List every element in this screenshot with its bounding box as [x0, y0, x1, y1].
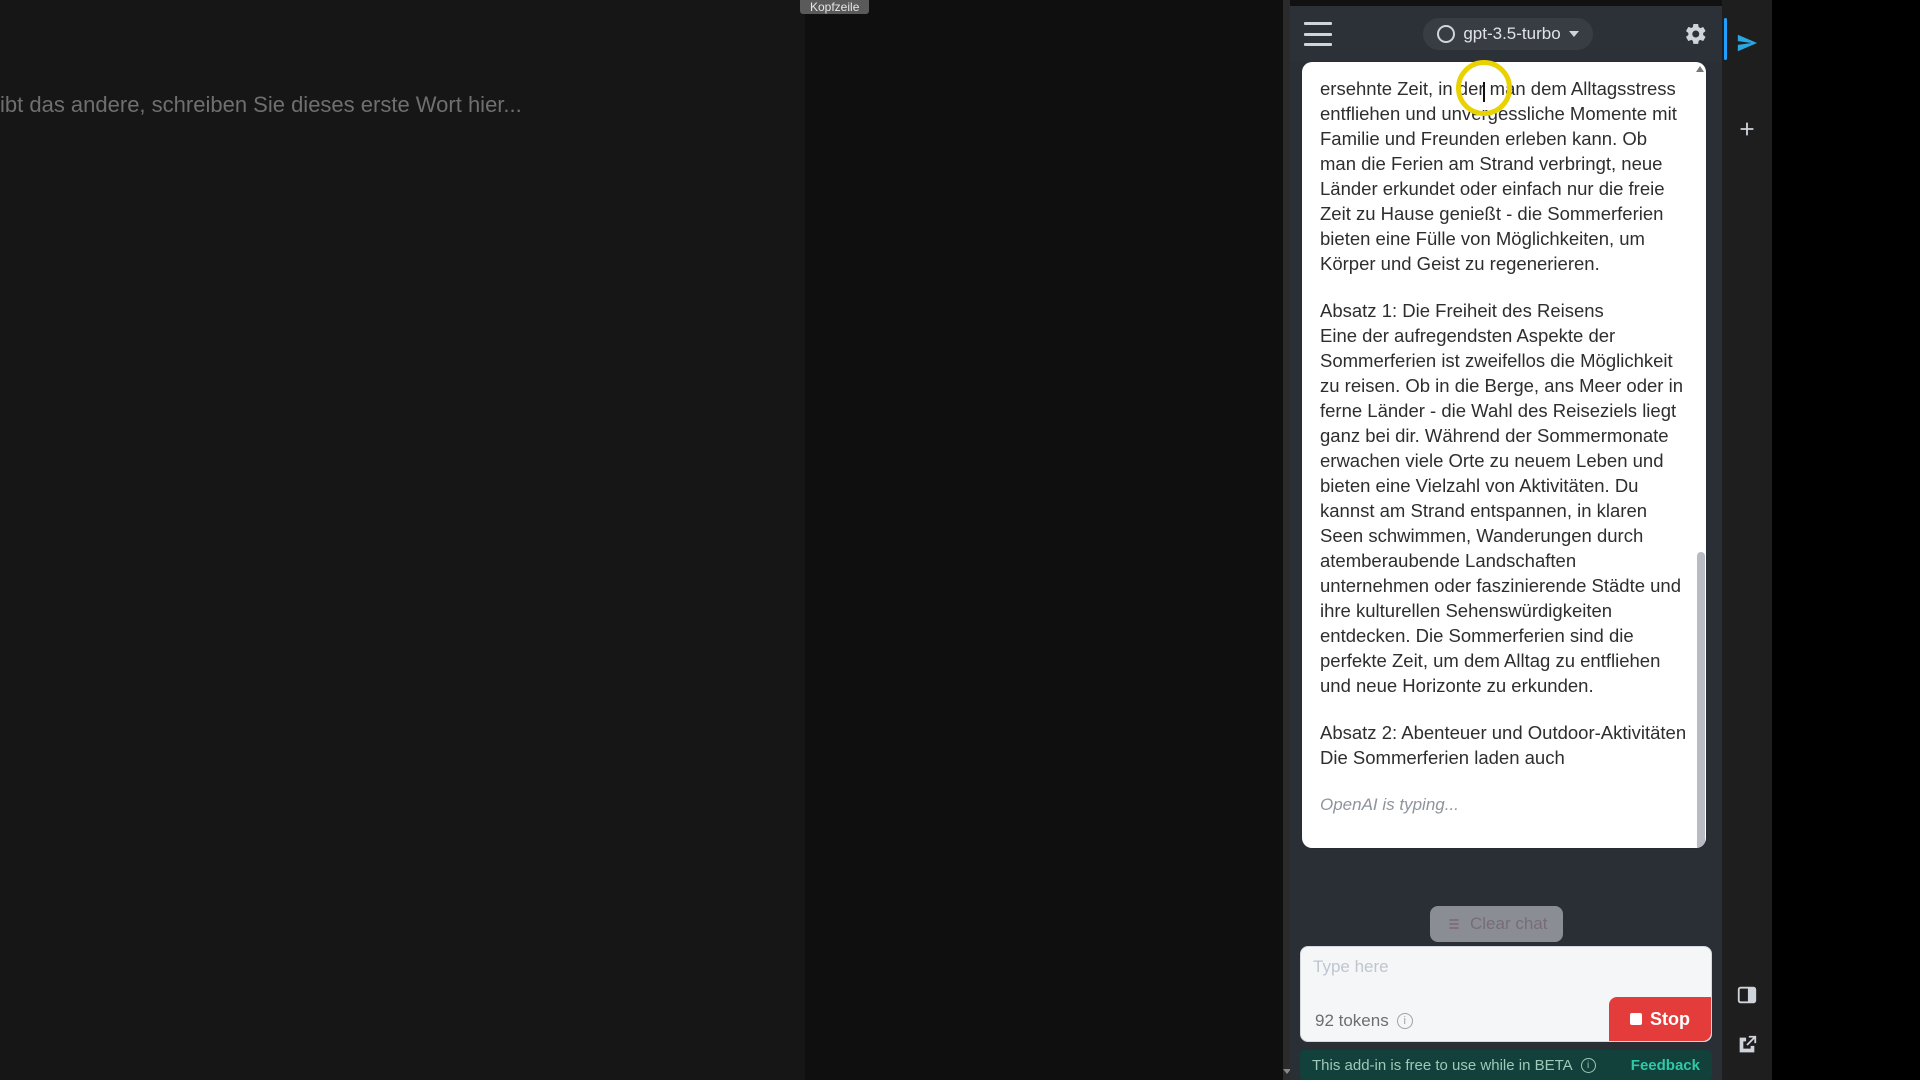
plus-icon: [1736, 118, 1758, 140]
assistant-paragraph: ersehnte Zeit, in der man dem Alltagsstr…: [1320, 76, 1688, 276]
token-counter: 92 tokens i: [1315, 1011, 1413, 1031]
info-icon[interactable]: i: [1581, 1058, 1596, 1073]
beta-text: This add-in is free to use while in BETA: [1312, 1057, 1573, 1074]
scroll-up-icon[interactable]: [1696, 66, 1704, 72]
chat-scrollbar[interactable]: [1696, 62, 1706, 848]
feedback-link[interactable]: Feedback: [1631, 1057, 1700, 1074]
paper-plane-icon: [1736, 32, 1758, 54]
rail-send-button[interactable]: [1722, 18, 1772, 68]
assistant-paragraph: Die Sommerferien laden auch: [1320, 745, 1688, 770]
panel-icon: [1736, 984, 1758, 1006]
stop-label: Stop: [1650, 1009, 1690, 1030]
menu-icon[interactable]: [1304, 22, 1332, 46]
chat-message-card: ersehnte Zeit, in der man dem Alltagsstr…: [1302, 62, 1706, 848]
document-page[interactable]: [0, 0, 805, 1080]
rail-open-button[interactable]: [1722, 1020, 1772, 1070]
assistant-paragraph: Eine der aufregendsten Aspekte der Somme…: [1320, 323, 1688, 698]
assistant-heading: Absatz 1: Die Freiheit des Reisens: [1320, 298, 1688, 323]
info-icon[interactable]: i: [1397, 1013, 1413, 1029]
right-rail: [1722, 0, 1772, 1080]
stop-icon: [1630, 1013, 1642, 1025]
header-tag-kopfzeile[interactable]: Kopfzeile: [800, 0, 869, 14]
broom-icon: [1446, 916, 1462, 932]
chat-input[interactable]: [1313, 957, 1699, 977]
panel-divider-scrollbar[interactable]: [1283, 0, 1290, 1080]
model-selector[interactable]: gpt-3.5-turbo: [1423, 18, 1592, 50]
addin-header: gpt-3.5-turbo: [1290, 6, 1722, 62]
settings-button[interactable]: [1684, 22, 1708, 46]
external-link-icon: [1736, 1034, 1758, 1056]
assistant-heading: Absatz 2: Abenteuer und Outdoor-Aktivitä…: [1320, 720, 1688, 745]
gear-icon: [1684, 22, 1708, 46]
document-margin: [805, 0, 1290, 1080]
chevron-down-icon: [1569, 31, 1579, 37]
right-black-strip: [1772, 0, 1920, 1080]
scroll-thumb[interactable]: [1697, 552, 1705, 848]
chat-content[interactable]: ersehnte Zeit, in der man dem Alltagsstr…: [1302, 62, 1706, 848]
clear-chat-button[interactable]: Clear chat: [1430, 906, 1563, 942]
stop-button[interactable]: Stop: [1609, 997, 1711, 1041]
document-placeholder-text: ibt das andere, schreiben Sie dieses ers…: [0, 92, 522, 118]
addin-panel: gpt-3.5-turbo ersehnte Zeit, in der man …: [1290, 0, 1722, 1080]
chat-input-area: 92 tokens i Stop: [1300, 946, 1712, 1042]
rail-add-button[interactable]: [1722, 104, 1772, 154]
clear-chat-label: Clear chat: [1470, 914, 1547, 934]
text-cursor-icon: [1483, 82, 1485, 102]
token-count-label: 92 tokens: [1315, 1011, 1389, 1031]
host-document-area: Kopfzeile ibt das andere, schreiben Sie …: [0, 0, 1290, 1080]
beta-footer: This add-in is free to use while in BETA…: [1300, 1050, 1712, 1080]
model-label: gpt-3.5-turbo: [1463, 24, 1560, 44]
rail-panel-button[interactable]: [1722, 970, 1772, 1020]
openai-logo-icon: [1437, 25, 1455, 43]
typing-indicator: OpenAI is typing...: [1320, 792, 1688, 817]
